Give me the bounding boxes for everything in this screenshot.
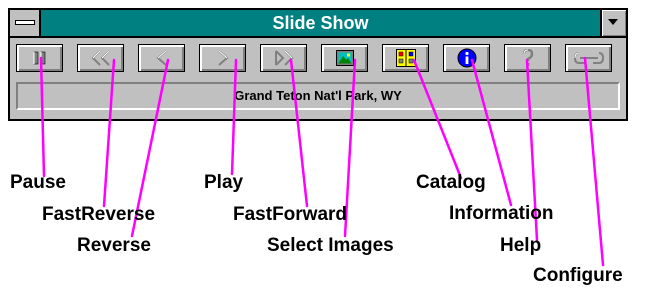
callout-play: Play [204, 172, 244, 193]
fast-forward-leader-line [289, 58, 309, 208]
callout-reverse: Reverse [77, 235, 151, 256]
callout-pause: Pause [10, 172, 66, 193]
callout-information: Information [449, 203, 554, 224]
pause-leader-line [39, 56, 46, 178]
callout-fast-forward: FastForward [233, 204, 348, 225]
callout-configure: Configure [533, 265, 623, 286]
callout-help: Help [500, 235, 542, 256]
callout-catalog: Catalog [416, 172, 486, 193]
callout-fast-reverse: FastReverse [42, 204, 156, 225]
fast-reverse-leader-line [102, 58, 116, 208]
configure-leader-line [583, 56, 605, 267]
catalog-leader-line [412, 58, 463, 180]
callout-select-images: Select Images [267, 235, 394, 256]
play-leader-line [230, 58, 238, 176]
